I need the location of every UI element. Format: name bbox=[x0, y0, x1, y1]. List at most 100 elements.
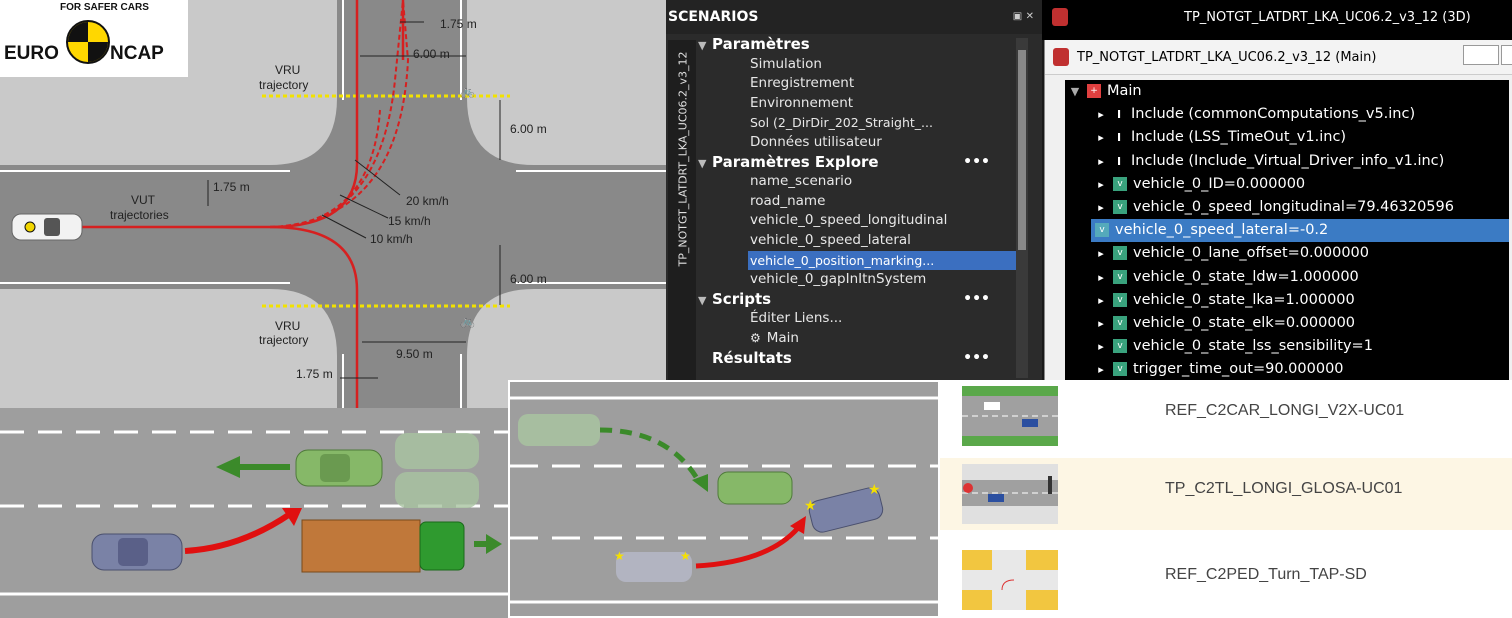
collapse-triangle-icon[interactable]: ▼ bbox=[698, 154, 712, 174]
variable-icon: v bbox=[1113, 292, 1127, 307]
collapse-triangle-icon[interactable]: ▼ bbox=[1069, 80, 1081, 98]
tree-row[interactable]: ▸ v vehicle_0_state_lka=1.000000 bbox=[1065, 289, 1509, 312]
dim-175-bottom: 1.75 m bbox=[296, 367, 333, 381]
list-item[interactable]: TP_C2TL_LONGI_GLOSA-UC01 bbox=[940, 458, 1512, 530]
tree-item-sol[interactable]: Sol (2_DirDir_202_Straight_... bbox=[698, 113, 1018, 133]
scenario-vertical-tab[interactable]: TP_NOTGT_LATDRT_LKA_UC06.2_v3_12 bbox=[668, 40, 696, 380]
dim-600-top: 6.00 m bbox=[413, 47, 450, 61]
expand-triangle-icon[interactable]: ▸ bbox=[1095, 358, 1107, 376]
scrollbar-thumb[interactable] bbox=[1018, 50, 1026, 250]
tree-row[interactable]: ▸ I Include (LSS_TimeOut_v1.inc) bbox=[1065, 126, 1509, 149]
tree-item-enregistrement[interactable]: Enregistrement bbox=[698, 74, 1018, 94]
dim-600-right-top: 6.00 m bbox=[510, 122, 547, 136]
expand-triangle-icon[interactable]: ▸ bbox=[1095, 103, 1107, 121]
speed-20: 20 km/h bbox=[406, 194, 449, 208]
expand-triangle-icon[interactable]: ▸ bbox=[1095, 173, 1107, 191]
tree-row-selected[interactable]: v vehicle_0_speed_lateral=-0.2 bbox=[1091, 219, 1509, 243]
section-scripts[interactable]: ▼ Scripts ••• bbox=[698, 290, 1018, 310]
variable-icon: v bbox=[1113, 339, 1127, 354]
logo-euro: EURO bbox=[4, 43, 59, 64]
svg-text:★: ★ bbox=[868, 482, 881, 498]
svg-text:★: ★ bbox=[680, 549, 691, 563]
tree-item-environnement[interactable]: Environnement bbox=[698, 94, 1018, 114]
expand-triangle-icon[interactable]: ▸ bbox=[1095, 242, 1107, 260]
tree-item-road-name[interactable]: road_name bbox=[698, 192, 1018, 212]
window-main-title: TP_NOTGT_LATDRT_LKA_UC06.2_v3_12 (Main) bbox=[1077, 50, 1377, 65]
window-main-titlebar: TP_NOTGT_LATDRT_LKA_UC06.2_v3_12 (Main) bbox=[1045, 40, 1512, 75]
main-icon: + bbox=[1087, 84, 1101, 98]
gears-icon: ⚙ bbox=[750, 330, 761, 345]
variable-icon: v bbox=[1113, 176, 1127, 191]
variable-icon: v bbox=[1113, 199, 1127, 214]
collapse-triangle-icon[interactable]: ▼ bbox=[698, 291, 712, 311]
tree-item-main-script[interactable]: ⚙ Main bbox=[698, 329, 1018, 349]
tree-item-speed-lateral[interactable]: vehicle_0_speed_lateral bbox=[698, 231, 1018, 251]
tree-item-position-marking[interactable]: vehicle_0_position_marking... bbox=[698, 250, 1018, 271]
vru-bottom-label-2: trajectory bbox=[259, 333, 308, 347]
expand-triangle-icon[interactable]: ▸ bbox=[1095, 266, 1107, 284]
tree-item-donnees[interactable]: Données utilisateur bbox=[698, 133, 1018, 153]
svg-text:🚲: 🚲 bbox=[460, 314, 475, 328]
expand-triangle-icon[interactable]: ▸ bbox=[1095, 196, 1107, 214]
vru-top-label-1: VRU bbox=[275, 63, 300, 77]
section-label: Scripts bbox=[712, 289, 772, 308]
scenario-thumbnail bbox=[962, 386, 1058, 446]
scenario-vertical-label: TP_NOTGT_LATDRT_LKA_UC06.2_v3_12 bbox=[676, 51, 690, 267]
window-3d-title: TP_NOTGT_LATDRT_LKA_UC06.2_v3_12 (3D) bbox=[1184, 10, 1471, 25]
tree-row[interactable]: ▸ v vehicle_0_speed_longitudinal=79.463205… bbox=[1065, 196, 1509, 219]
tree-item-simulation[interactable]: Simulation bbox=[698, 55, 1018, 75]
scrollbar[interactable] bbox=[1016, 38, 1028, 378]
tree-row[interactable]: ▸ v trigger_time_out=90.000000 bbox=[1065, 358, 1509, 381]
list-item-label: REF_C2CAR_LONGI_V2X-UC01 bbox=[1165, 402, 1405, 419]
panel-restore-close-icon[interactable]: ▣ ✕ bbox=[1013, 0, 1034, 34]
tree-item-gap[interactable]: vehicle_0_gapInItnSystem bbox=[698, 270, 1018, 290]
expand-triangle-icon[interactable]: ▸ bbox=[1095, 126, 1107, 144]
logo-tagline: FOR SAFER CARS bbox=[60, 2, 149, 13]
more-options-icon[interactable]: ••• bbox=[963, 153, 990, 173]
section-parametres[interactable]: ▼ Paramètres bbox=[698, 35, 1018, 55]
collapse-triangle-icon[interactable]: ▼ bbox=[698, 36, 712, 56]
svg-text:🚲: 🚲 bbox=[460, 84, 475, 98]
tree-item-name-scenario[interactable]: name_scenario bbox=[698, 172, 1018, 192]
maximize-button[interactable] bbox=[1501, 45, 1512, 65]
list-item[interactable]: REF_C2PED_Turn_TAP-SD bbox=[940, 544, 1512, 616]
speed-15: 15 km/h bbox=[388, 214, 431, 228]
tree-row[interactable]: ▸ v vehicle_0_state_lss_sensibility=1 bbox=[1065, 335, 1509, 358]
list-item-label: REF_C2PED_Turn_TAP-SD bbox=[1165, 566, 1367, 583]
scenarios-panel: SCENARIOS ▣ ✕ TP_NOTGT_LATDRT_LKA_UC06.2… bbox=[666, 0, 1042, 380]
more-options-icon[interactable]: ••• bbox=[963, 349, 990, 369]
tree-row[interactable]: ▸ v vehicle_0_state_ldw=1.000000 bbox=[1065, 266, 1509, 289]
overtake-truck-diagram bbox=[0, 408, 508, 618]
list-item[interactable]: REF_C2CAR_LONGI_V2X-UC01 bbox=[940, 380, 1512, 452]
tree-item-speed-longitudinal[interactable]: vehicle_0_speed_longitudinal bbox=[698, 211, 1018, 231]
expand-triangle-icon[interactable]: ▸ bbox=[1095, 312, 1107, 330]
window-main: TP_NOTGT_LATDRT_LKA_UC06.2_v3_12 (Main) … bbox=[1044, 40, 1512, 380]
more-options-icon[interactable]: ••• bbox=[963, 290, 990, 310]
tree-row[interactable]: ▸ I Include (commonComputations_v5.inc) bbox=[1065, 103, 1509, 126]
tree-row[interactable]: ▸ I Include (Include_Virtual_Driver_info_v… bbox=[1065, 150, 1509, 173]
minimize-button[interactable] bbox=[1463, 45, 1499, 65]
tree-row[interactable]: ▸ v vehicle_0_state_elk=0.000000 bbox=[1065, 312, 1509, 335]
cut-in-diagram: ★ ★ ★ ★ bbox=[508, 380, 940, 618]
section-parametres-explore[interactable]: ▼ Paramètres Explore ••• bbox=[698, 153, 1018, 173]
section-resultats[interactable]: Résultats ••• bbox=[698, 349, 1018, 369]
tree-row[interactable]: ▸ v vehicle_0_lane_offset=0.000000 bbox=[1065, 242, 1509, 265]
tree-root-main[interactable]: ▼ + Main bbox=[1065, 80, 1509, 103]
tree-item-editer-liens[interactable]: Éditer Liens... bbox=[698, 309, 1018, 329]
variable-icon: v bbox=[1095, 223, 1109, 238]
variable-icon: v bbox=[1113, 315, 1127, 330]
euroncap-logo: FOR SAFER CARS EURO NCAP bbox=[0, 0, 188, 77]
expand-triangle-icon[interactable]: ▸ bbox=[1095, 289, 1107, 307]
scenario-thumbnail bbox=[962, 464, 1058, 524]
expand-triangle-icon[interactable]: ▸ bbox=[1095, 150, 1107, 168]
scenario-thumbnail bbox=[962, 550, 1058, 610]
dim-950: 9.50 m bbox=[396, 347, 433, 361]
section-label: Résultats bbox=[712, 348, 792, 367]
tree-row[interactable]: ▸ v vehicle_0_ID=0.000000 bbox=[1065, 173, 1509, 196]
vut-label-2: trajectories bbox=[110, 208, 169, 222]
dim-175-top: 1.75 m bbox=[440, 17, 477, 31]
variable-icon: v bbox=[1113, 246, 1127, 261]
svg-text:★: ★ bbox=[804, 498, 817, 514]
expand-triangle-icon[interactable]: ▸ bbox=[1095, 335, 1107, 353]
scenarios-title: SCENARIOS bbox=[668, 9, 759, 25]
